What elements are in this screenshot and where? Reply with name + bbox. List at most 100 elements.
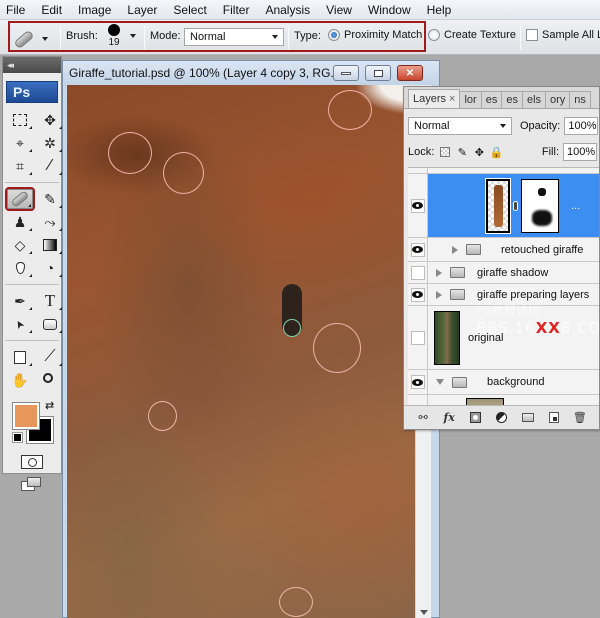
layer-row-giraffe-shadow[interactable]: giraffe shadow	[408, 262, 599, 284]
zoom-tool[interactable]	[37, 370, 63, 390]
tab-swatches[interactable]: es	[480, 91, 503, 108]
layer-row-retouched-giraffe[interactable]: retouched giraffe	[408, 238, 599, 262]
brush-icon: ✎	[44, 190, 56, 207]
menu-analysis[interactable]: Analysis	[265, 3, 310, 17]
layer-row-background-child[interactable]	[408, 394, 599, 405]
eraser-tool[interactable]: ◇	[7, 235, 33, 255]
dodge-tool[interactable]: ◔	[37, 258, 63, 278]
link-layers-icon[interactable]: ⚯	[415, 410, 431, 426]
visibility-toggle[interactable]	[408, 238, 428, 261]
notes-tool[interactable]	[7, 347, 33, 367]
collapse-triangle-icon[interactable]	[436, 379, 444, 385]
visibility-toggle[interactable]	[408, 370, 428, 394]
trash-icon[interactable]: 🗑	[572, 410, 588, 426]
visibility-toggle[interactable]	[408, 284, 428, 305]
tab-channels[interactable]: els	[521, 91, 547, 108]
lock-position-icon[interactable]: ✥	[473, 146, 485, 159]
tab-styles[interactable]: es	[501, 91, 523, 108]
screen-mode-button[interactable]	[21, 477, 43, 493]
menu-edit[interactable]: Edit	[41, 3, 62, 17]
menu-layer[interactable]: Layer	[127, 3, 157, 17]
swap-colors-icon[interactable]: ⇄	[45, 399, 54, 412]
folder-icon	[452, 376, 467, 388]
hand-tool[interactable]: ✋	[7, 370, 33, 390]
create-texture-radio[interactable]: Create Texture	[428, 29, 516, 41]
menu-select[interactable]: Select	[173, 3, 206, 17]
blur-tool[interactable]	[7, 258, 33, 278]
mode-select[interactable]: Normal	[184, 28, 284, 46]
sample-all-layers-checkbox[interactable]: Sample All La	[526, 29, 600, 41]
layer-row-selected[interactable]: ...	[408, 174, 599, 238]
visibility-toggle[interactable]	[408, 306, 428, 369]
eraser-icon: ◇	[14, 236, 26, 253]
menu-file[interactable]: File	[6, 3, 25, 17]
adjustment-layer-icon[interactable]	[493, 410, 509, 426]
quick-mask-button[interactable]	[21, 455, 43, 469]
proximity-match-label: Proximity Match	[344, 29, 423, 41]
polygonal-lasso-tool[interactable]: ⌖	[7, 133, 33, 153]
default-colors-icon[interactable]	[12, 432, 23, 443]
menu-help[interactable]: Help	[427, 3, 452, 17]
blend-mode-select[interactable]: Normal	[408, 117, 512, 135]
path-selection-tool[interactable]: ➤	[7, 314, 33, 334]
magic-wand-tool[interactable]: ✲	[37, 133, 63, 153]
shape-tool[interactable]	[37, 314, 63, 334]
expand-triangle-icon[interactable]	[436, 268, 442, 277]
proximity-match-radio[interactable]: Proximity Match	[328, 29, 422, 41]
expand-triangle-icon[interactable]	[452, 245, 458, 254]
pen-tool[interactable]: ✒	[7, 291, 33, 311]
watermark: BBS.16XX8.COM	[476, 319, 599, 337]
menu-view[interactable]: View	[326, 3, 352, 17]
eyedropper-tool[interactable]: ⟋	[37, 347, 63, 367]
scroll-down-arrow-icon[interactable]	[420, 610, 428, 615]
menu-filter[interactable]: Filter	[223, 3, 250, 17]
expand-triangle-icon[interactable]	[436, 290, 442, 299]
clone-stamp-tool[interactable]: ♟	[7, 212, 33, 232]
brush-dropdown-icon[interactable]	[130, 34, 136, 38]
new-group-icon[interactable]	[520, 410, 536, 426]
tab-colors[interactable]: lor	[459, 91, 482, 108]
brush-picker[interactable]: 19	[106, 24, 122, 48]
gradient-tool[interactable]	[37, 235, 63, 255]
opacity-input[interactable]: 100%	[564, 117, 599, 135]
tab-actions[interactable]: ns	[569, 91, 591, 108]
fill-label: Fill:	[541, 146, 559, 158]
divider	[144, 26, 145, 50]
mask-link-icon[interactable]	[513, 200, 518, 211]
lock-transparent-icon[interactable]	[439, 146, 451, 158]
collapse-icon[interactable]: ◂◂	[7, 60, 14, 71]
menu-image[interactable]: Image	[78, 3, 111, 17]
crop-tool[interactable]: ⌗	[7, 156, 33, 176]
menu-window[interactable]: Window	[368, 3, 411, 17]
type-tool[interactable]: T	[37, 291, 63, 311]
visibility-toggle[interactable]	[408, 262, 428, 283]
tools-panel-header[interactable]: ◂◂	[3, 57, 61, 73]
minimize-button[interactable]	[333, 65, 359, 81]
healing-brush-tool[interactable]	[5, 187, 35, 211]
lock-image-icon[interactable]: ✎	[456, 146, 468, 159]
image-canvas[interactable]	[67, 85, 415, 618]
maximize-button[interactable]	[365, 65, 391, 81]
fx-icon[interactable]: fx	[441, 410, 457, 426]
new-layer-icon[interactable]	[546, 410, 562, 426]
brush-tool[interactable]: ✎	[37, 189, 63, 209]
add-mask-icon[interactable]	[467, 410, 483, 426]
layer-mask-thumbnail[interactable]	[521, 178, 559, 233]
close-tab-icon[interactable]: ×	[449, 93, 455, 105]
chevron-down-icon	[272, 35, 278, 39]
rectangular-marquee-tool[interactable]	[7, 110, 33, 130]
layer-row-original[interactable]: original PS教程论坛 BBS.16XX8.COM	[408, 304, 599, 370]
history-brush-tool[interactable]: ⤳	[37, 212, 63, 232]
tab-layers[interactable]: Layers ×	[408, 89, 461, 108]
fill-input[interactable]: 100%	[563, 143, 597, 161]
move-tool[interactable]: ✥	[37, 110, 63, 130]
lock-all-icon[interactable]: 🔒	[489, 146, 503, 159]
visibility-toggle[interactable]	[408, 174, 428, 237]
foreground-color-swatch[interactable]	[12, 402, 40, 430]
layer-name-truncated: ...	[571, 199, 581, 212]
tab-history[interactable]: ory	[545, 91, 571, 108]
slice-tool[interactable]: ⁄	[37, 156, 63, 176]
close-button[interactable]: ✕	[397, 65, 423, 81]
tool-preset-picker[interactable]	[13, 28, 54, 50]
layer-row-background[interactable]: background	[408, 370, 599, 394]
